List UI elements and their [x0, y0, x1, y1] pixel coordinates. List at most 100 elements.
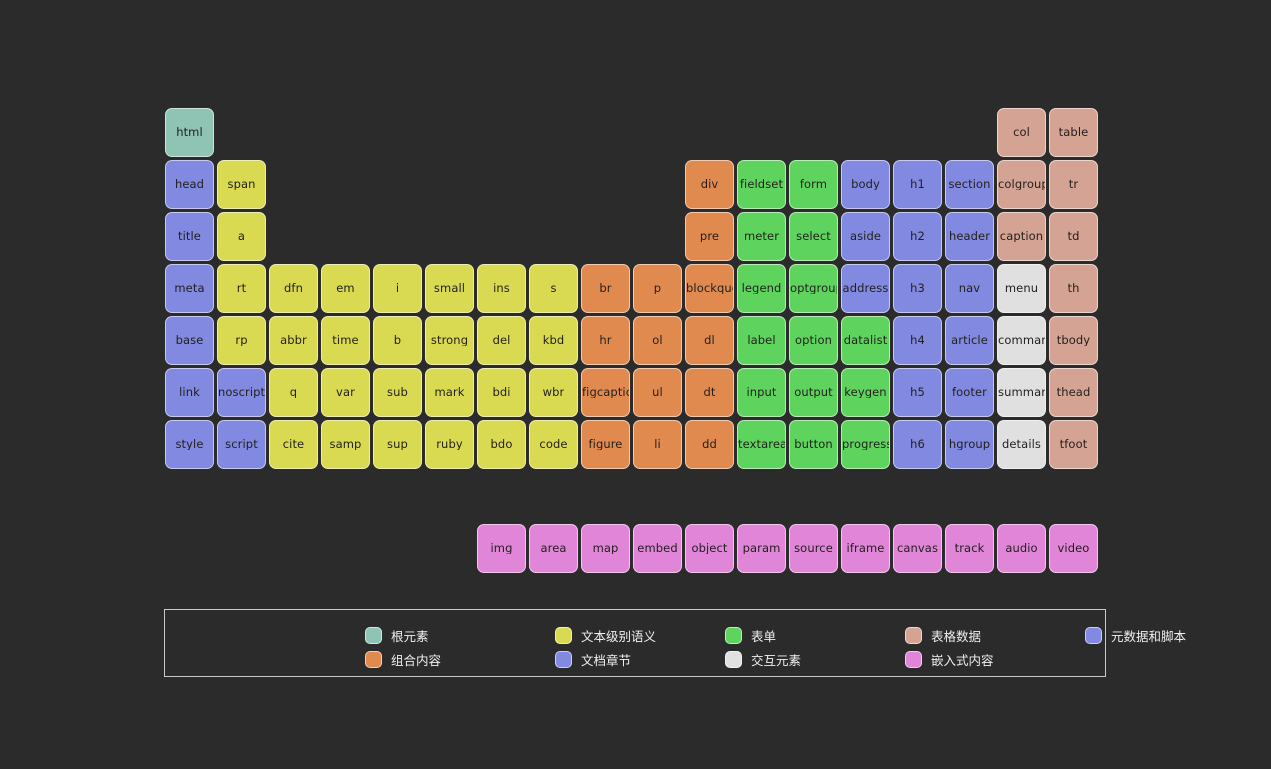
element-cell-kbd[interactable]: kbd	[529, 316, 578, 365]
element-cell-header[interactable]: header	[945, 212, 994, 261]
element-cell-h4[interactable]: h4	[893, 316, 942, 365]
element-cell-hgroup[interactable]: hgroup	[945, 420, 994, 469]
element-cell-input[interactable]: input	[737, 368, 786, 417]
element-cell-optgroup[interactable]: optgroup	[789, 264, 838, 313]
element-cell-command[interactable]: command	[997, 316, 1046, 365]
element-cell-script[interactable]: script	[217, 420, 266, 469]
element-cell-ins[interactable]: ins	[477, 264, 526, 313]
element-cell-time[interactable]: time	[321, 316, 370, 365]
element-cell-source[interactable]: source	[789, 524, 838, 573]
element-cell-legend[interactable]: legend	[737, 264, 786, 313]
element-cell-head[interactable]: head	[165, 160, 214, 209]
element-cell-title[interactable]: title	[165, 212, 214, 261]
element-cell-bdi[interactable]: bdi	[477, 368, 526, 417]
element-cell-datalist[interactable]: datalist	[841, 316, 890, 365]
element-cell-rp[interactable]: rp	[217, 316, 266, 365]
element-cell-fieldset[interactable]: fieldset	[737, 160, 786, 209]
element-cell-var[interactable]: var	[321, 368, 370, 417]
element-cell-video[interactable]: video	[1049, 524, 1098, 573]
element-cell-dfn[interactable]: dfn	[269, 264, 318, 313]
element-cell-small[interactable]: small	[425, 264, 474, 313]
element-cell-output[interactable]: output	[789, 368, 838, 417]
element-cell-thead[interactable]: thead	[1049, 368, 1098, 417]
element-cell-iframe[interactable]: iframe	[841, 524, 890, 573]
element-cell-s[interactable]: s	[529, 264, 578, 313]
element-cell-figcaption[interactable]: figcaption	[581, 368, 630, 417]
element-cell-img[interactable]: img	[477, 524, 526, 573]
element-cell-col[interactable]: col	[997, 108, 1046, 157]
element-cell-pre[interactable]: pre	[685, 212, 734, 261]
element-cell-footer[interactable]: footer	[945, 368, 994, 417]
element-cell-colgroup[interactable]: colgroup	[997, 160, 1046, 209]
element-cell-hr[interactable]: hr	[581, 316, 630, 365]
element-cell-p[interactable]: p	[633, 264, 682, 313]
element-cell-code[interactable]: code	[529, 420, 578, 469]
element-cell-tr[interactable]: tr	[1049, 160, 1098, 209]
element-cell-b[interactable]: b	[373, 316, 422, 365]
element-cell-blockquote[interactable]: blockquote	[685, 264, 734, 313]
element-cell-h3[interactable]: h3	[893, 264, 942, 313]
element-cell-span[interactable]: span	[217, 160, 266, 209]
element-cell-select[interactable]: select	[789, 212, 838, 261]
element-cell-ol[interactable]: ol	[633, 316, 682, 365]
element-cell-object[interactable]: object	[685, 524, 734, 573]
element-cell-label[interactable]: label	[737, 316, 786, 365]
element-cell-textarea[interactable]: textarea	[737, 420, 786, 469]
element-cell-style[interactable]: style	[165, 420, 214, 469]
element-cell-meta[interactable]: meta	[165, 264, 214, 313]
element-cell-body[interactable]: body	[841, 160, 890, 209]
element-cell-h1[interactable]: h1	[893, 160, 942, 209]
element-cell-cite[interactable]: cite	[269, 420, 318, 469]
element-cell-menu[interactable]: menu	[997, 264, 1046, 313]
element-cell-h6[interactable]: h6	[893, 420, 942, 469]
element-cell-div[interactable]: div	[685, 160, 734, 209]
element-cell-option[interactable]: option	[789, 316, 838, 365]
element-cell-area[interactable]: area	[529, 524, 578, 573]
element-cell-keygen[interactable]: keygen	[841, 368, 890, 417]
element-cell-map[interactable]: map	[581, 524, 630, 573]
element-cell-sub[interactable]: sub	[373, 368, 422, 417]
element-cell-aside[interactable]: aside	[841, 212, 890, 261]
element-cell-i[interactable]: i	[373, 264, 422, 313]
element-cell-track[interactable]: track	[945, 524, 994, 573]
element-cell-article[interactable]: article	[945, 316, 994, 365]
element-cell-sup[interactable]: sup	[373, 420, 422, 469]
element-cell-q[interactable]: q	[269, 368, 318, 417]
element-cell-nav[interactable]: nav	[945, 264, 994, 313]
element-cell-meter[interactable]: meter	[737, 212, 786, 261]
element-cell-html[interactable]: html	[165, 108, 214, 157]
element-cell-address[interactable]: address	[841, 264, 890, 313]
element-cell-mark[interactable]: mark	[425, 368, 474, 417]
element-cell-bdo[interactable]: bdo	[477, 420, 526, 469]
element-cell-caption[interactable]: caption	[997, 212, 1046, 261]
element-cell-ruby[interactable]: ruby	[425, 420, 474, 469]
element-cell-ul[interactable]: ul	[633, 368, 682, 417]
element-cell-progress[interactable]: progress	[841, 420, 890, 469]
element-cell-h5[interactable]: h5	[893, 368, 942, 417]
element-cell-tfoot[interactable]: tfoot	[1049, 420, 1098, 469]
element-cell-form[interactable]: form	[789, 160, 838, 209]
element-cell-param[interactable]: param	[737, 524, 786, 573]
element-cell-h2[interactable]: h2	[893, 212, 942, 261]
element-cell-embed[interactable]: embed	[633, 524, 682, 573]
element-cell-section[interactable]: section	[945, 160, 994, 209]
element-cell-base[interactable]: base	[165, 316, 214, 365]
element-cell-strong[interactable]: strong	[425, 316, 474, 365]
element-cell-summary[interactable]: summary	[997, 368, 1046, 417]
element-cell-table[interactable]: table	[1049, 108, 1098, 157]
element-cell-dd[interactable]: dd	[685, 420, 734, 469]
element-cell-button[interactable]: button	[789, 420, 838, 469]
element-cell-del[interactable]: del	[477, 316, 526, 365]
element-cell-wbr[interactable]: wbr	[529, 368, 578, 417]
element-cell-br[interactable]: br	[581, 264, 630, 313]
element-cell-noscript[interactable]: noscript	[217, 368, 266, 417]
element-cell-audio[interactable]: audio	[997, 524, 1046, 573]
element-cell-rt[interactable]: rt	[217, 264, 266, 313]
element-cell-th[interactable]: th	[1049, 264, 1098, 313]
element-cell-a[interactable]: a	[217, 212, 266, 261]
element-cell-abbr[interactable]: abbr	[269, 316, 318, 365]
element-cell-samp[interactable]: samp	[321, 420, 370, 469]
element-cell-tbody[interactable]: tbody	[1049, 316, 1098, 365]
element-cell-canvas[interactable]: canvas	[893, 524, 942, 573]
element-cell-dl[interactable]: dl	[685, 316, 734, 365]
